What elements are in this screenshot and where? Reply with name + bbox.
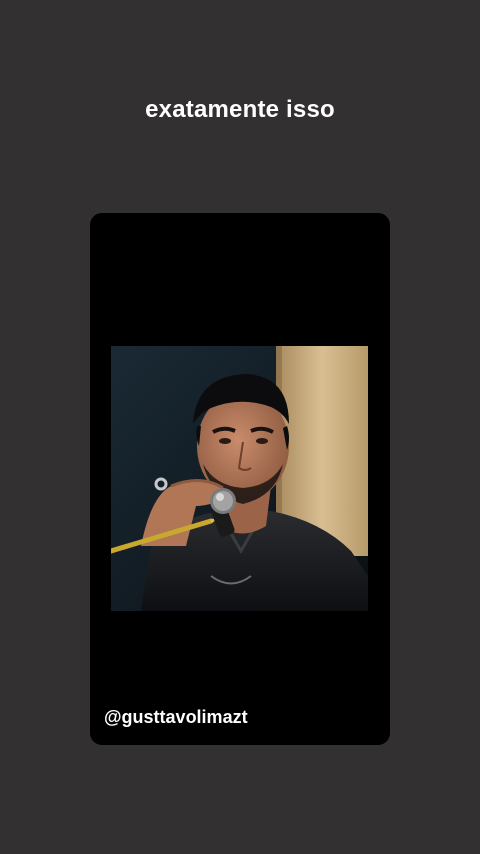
story-screen: exatamente isso @gusttavolimazt	[0, 0, 480, 854]
video-thumbnail[interactable]	[111, 346, 368, 611]
story-caption: exatamente isso	[145, 96, 335, 123]
reel-card[interactable]: @gusttavolimazt	[90, 213, 390, 745]
username-tag[interactable]: @gusttavolimazt	[104, 707, 248, 728]
video-still-image	[111, 346, 368, 611]
